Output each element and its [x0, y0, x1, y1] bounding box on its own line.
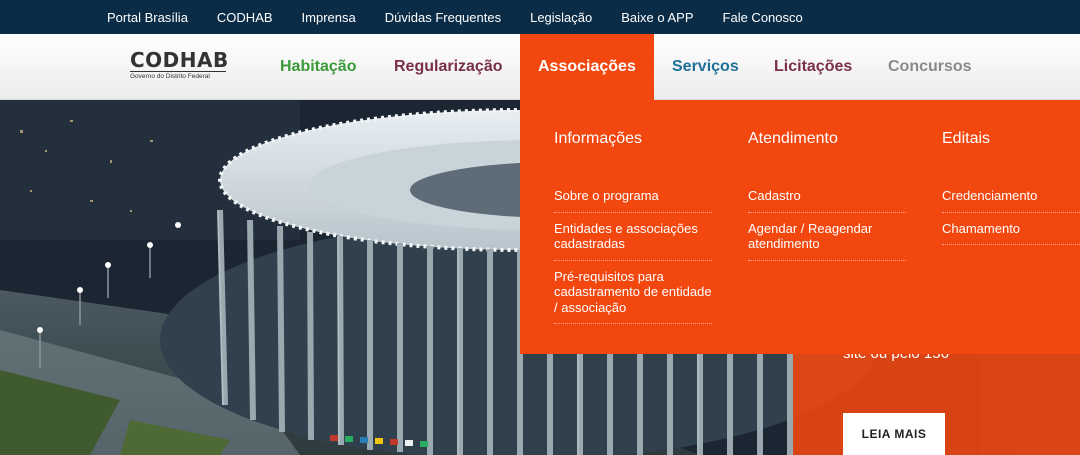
column-title-editais: Editais	[942, 130, 991, 147]
link-codhab[interactable]: CODHAB	[217, 10, 273, 25]
codhab-logo[interactable]: CODHAB Governo do Distrito Federal	[130, 48, 229, 84]
main-nav: CODHAB Governo do Distrito Federal Habit…	[0, 34, 1080, 100]
link-imprensa[interactable]: Imprensa	[302, 10, 356, 25]
menu-item-pre-requisitos[interactable]: Pré-requisitos para cadastramento de ent…	[554, 269, 712, 324]
link-duvidas-frequentes[interactable]: Dúvidas Frequentes	[385, 10, 501, 25]
column-title-informacoes: Informações	[554, 130, 643, 147]
nav-item-habitacao[interactable]: Habitação	[280, 34, 356, 100]
menu-item-credenciamento[interactable]: Credenciamento	[942, 188, 1080, 213]
menu-item-agendar-atendimento[interactable]: Agendar / Reagendar atendimento	[748, 221, 906, 261]
menu-item-sobre-o-programa[interactable]: Sobre o programa	[554, 188, 712, 213]
menu-item-entidades-cadastradas[interactable]: Entidades e associações cadastradas	[554, 221, 712, 261]
nav-item-concursos[interactable]: Concursos	[888, 34, 972, 100]
nav-item-servicos[interactable]: Serviços	[672, 34, 739, 100]
link-baixe-o-app[interactable]: Baixe o APP	[621, 10, 693, 25]
column-title-atendimento: Atendimento	[748, 130, 838, 147]
menu-item-cadastro[interactable]: Cadastro	[748, 188, 906, 213]
nav-item-licitacoes[interactable]: Licitações	[774, 34, 852, 100]
menu-item-chamamento[interactable]: Chamamento	[942, 221, 1080, 245]
link-portal-brasilia[interactable]: Portal Brasília	[107, 10, 188, 25]
leia-mais-button[interactable]: LEIA MAIS	[843, 413, 945, 455]
link-fale-conosco[interactable]: Fale Conosco	[723, 10, 803, 25]
associacoes-dropdown: Informações Sobre o programa Entidades e…	[520, 100, 1080, 354]
top-utility-bar: Portal Brasília CODHAB Imprensa Dúvidas …	[0, 0, 1080, 34]
logo-wordmark: CODHAB	[130, 48, 229, 72]
nav-item-associacoes[interactable]: Associações	[520, 34, 654, 100]
logo-subtitle: Governo do Distrito Federal	[130, 71, 226, 80]
nav-item-regularizacao[interactable]: Regularização	[394, 34, 502, 100]
utility-links: Portal Brasília CODHAB Imprensa Dúvidas …	[107, 0, 832, 34]
link-legislacao[interactable]: Legislação	[530, 10, 592, 25]
